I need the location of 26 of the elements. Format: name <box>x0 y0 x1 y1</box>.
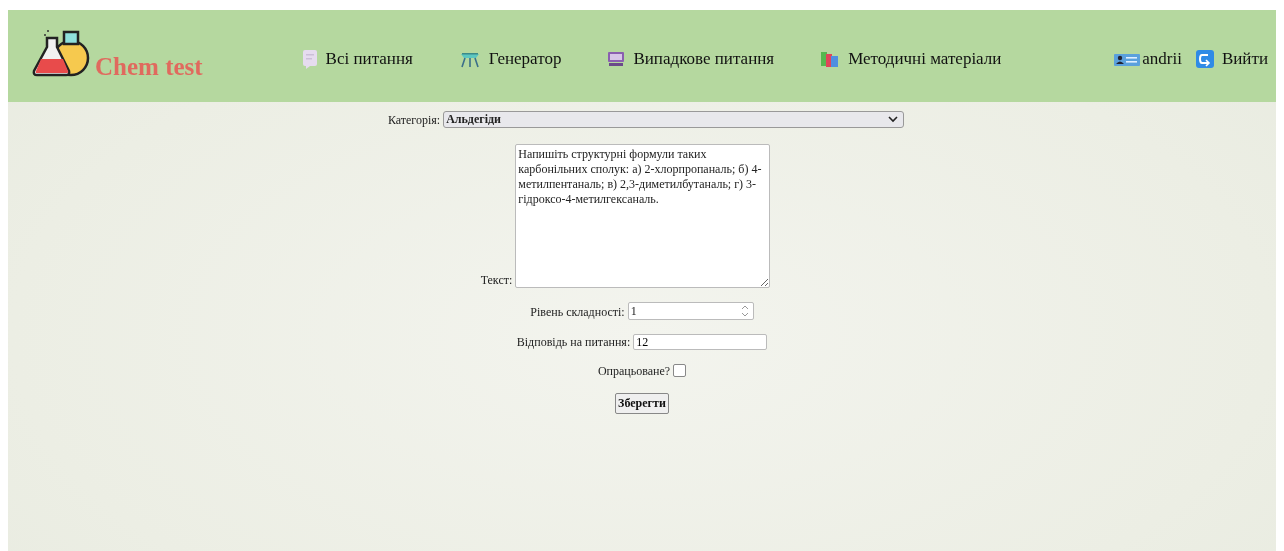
nav-link[interactable]: Методичні матеріали <box>820 49 1002 69</box>
field-label: Рівень складності: <box>530 305 625 320</box>
number-field[interactable]: 1 <box>627 302 754 320</box>
logout-link[interactable]: Вийти <box>1195 49 1268 69</box>
nav-link[interactable]: Генератор <box>458 49 562 69</box>
id-card-icon <box>1114 52 1141 66</box>
checkbox[interactable] <box>673 364 687 377</box>
nav-link[interactable]: Випадкове питання <box>607 49 775 69</box>
text-area[interactable]: Напишіть структурні формули таких карбонільних сполук: а) 2-хлорпропаналь; б) 4-метилпентаналь; в) 2,3-диметилбутаналь; г) 3-гідроксо-4-метилгексаналь. <box>515 144 771 288</box>
field-label: Категорія: <box>387 113 441 128</box>
books-icon <box>820 50 841 68</box>
keyboard-icon <box>607 51 626 67</box>
nav-link[interactable]: Всі питання <box>301 49 413 69</box>
user-link[interactable]: andrii <box>1114 49 1182 69</box>
answer-field[interactable]: 12 <box>633 334 768 350</box>
category-dropdown[interactable]: Альдегіди <box>443 111 905 128</box>
field-label: Опрацьоване? <box>597 364 671 379</box>
field-label: Текст: <box>480 273 513 288</box>
field-label: Відповідь на питання: <box>516 335 631 350</box>
flasks-icon <box>31 29 91 77</box>
chevron-down-icon <box>888 116 899 123</box>
logout-icon <box>1195 50 1214 68</box>
spinner-icon <box>740 305 749 317</box>
logo-text: Chem test <box>95 53 203 81</box>
note-icon <box>301 49 318 69</box>
save-button[interactable]: Зберегти <box>615 393 669 414</box>
